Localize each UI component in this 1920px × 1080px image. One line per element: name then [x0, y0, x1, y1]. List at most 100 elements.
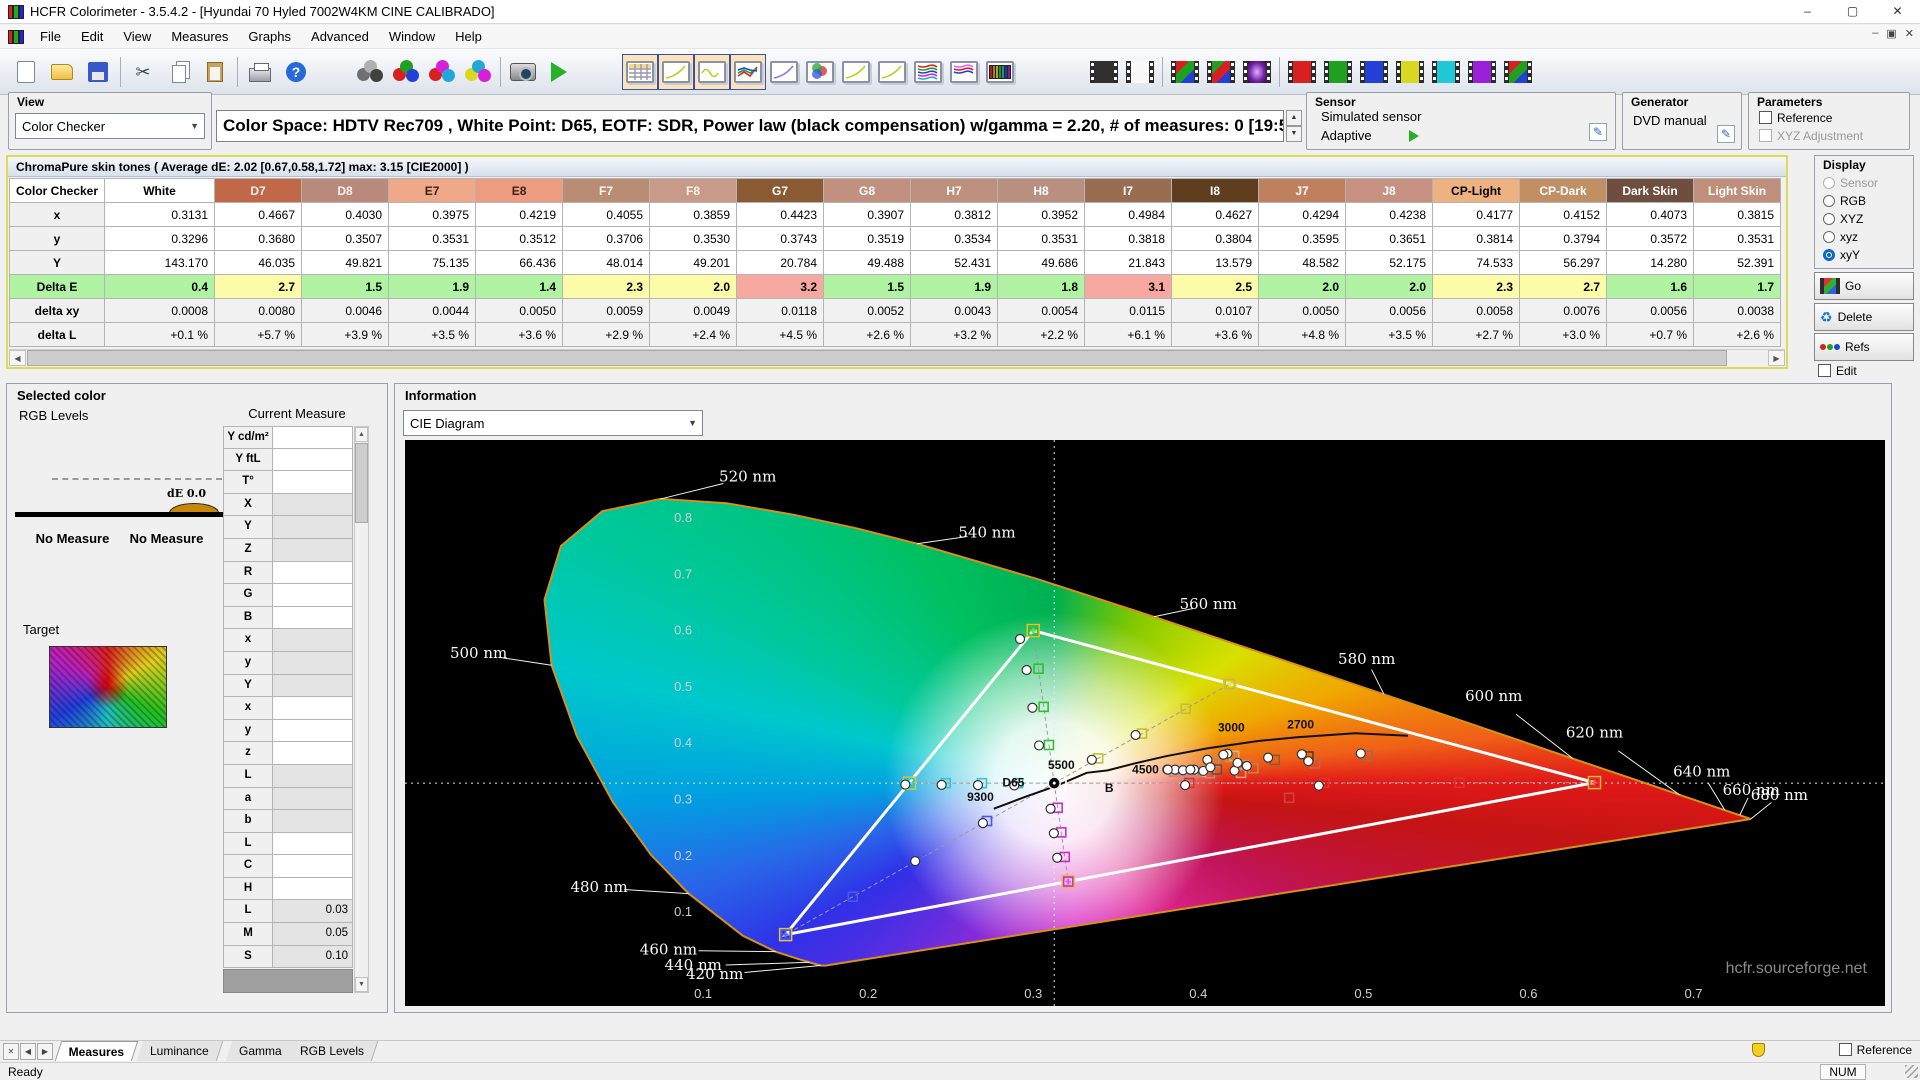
pattern-white-button[interactable]	[1122, 54, 1158, 90]
pattern-grayscale-button[interactable]	[1167, 54, 1203, 90]
col-header-d8[interactable]: D8	[302, 179, 389, 203]
measure-vertical-scrollbar[interactable]: ▲ ▼	[354, 426, 369, 993]
pattern-green-button[interactable]	[1320, 54, 1356, 90]
reference-checkbox[interactable]: Reference	[1759, 111, 1832, 125]
menu-help[interactable]: Help	[445, 26, 492, 47]
continuous-measures-button[interactable]	[460, 54, 496, 90]
scrollbar-thumb[interactable]	[27, 350, 1727, 366]
print-button[interactable]	[242, 54, 278, 90]
mdi-close-button[interactable]: ✕	[1905, 27, 1914, 40]
maximize-button[interactable]: ▢	[1830, 0, 1875, 23]
minimize-button[interactable]: –	[1785, 0, 1830, 23]
delete-button[interactable]: ♻ Delete	[1814, 303, 1914, 331]
view-type-dropdown[interactable]: Color Checker ▼	[15, 113, 205, 139]
scrollbar-thumb[interactable]	[355, 443, 368, 523]
open-file-button[interactable]	[44, 54, 80, 90]
col-header-light-skin[interactable]: Light Skin	[1694, 179, 1781, 203]
menu-window[interactable]: Window	[379, 26, 445, 47]
view-spectrum-button[interactable]	[982, 54, 1018, 90]
scroll-right-icon[interactable]: ▶	[1768, 350, 1785, 366]
view-neargray-button[interactable]	[766, 54, 802, 90]
scroll-up-icon[interactable]: ▲	[355, 427, 368, 442]
pattern-special-button[interactable]	[1239, 54, 1275, 90]
new-document-button[interactable]	[8, 54, 44, 90]
view-histogram-button[interactable]	[946, 54, 982, 90]
close-button[interactable]: ✕	[1875, 0, 1920, 23]
menu-view[interactable]: View	[113, 26, 161, 47]
pattern-black-button[interactable]	[1086, 54, 1122, 90]
col-header-i8[interactable]: I8	[1172, 179, 1259, 203]
display-option-xyy[interactable]: xyY	[1823, 248, 1860, 262]
col-header-cp-light[interactable]: CP-Light	[1433, 179, 1520, 203]
pattern-blue-button[interactable]	[1356, 54, 1392, 90]
view-rgb-levels-button[interactable]	[730, 54, 766, 90]
col-header-dark-skin[interactable]: Dark Skin	[1607, 179, 1694, 203]
display-option-xyz[interactable]: XYZ	[1823, 212, 1863, 226]
col-header-e7[interactable]: E7	[389, 179, 476, 203]
table-horizontal-scrollbar[interactable]: ◀ ▶	[9, 349, 1785, 366]
col-header-h8[interactable]: H8	[998, 179, 1085, 203]
tab-measures[interactable]: Measures	[55, 1041, 139, 1061]
generator-config-icon[interactable]: ✎	[1717, 125, 1735, 143]
col-header-e8[interactable]: E8	[476, 179, 563, 203]
mdi-restore-button[interactable]: ▣	[1886, 27, 1896, 40]
col-header-g7[interactable]: G7	[737, 179, 824, 203]
pattern-rgb-button[interactable]	[1500, 54, 1536, 90]
menu-advanced[interactable]: Advanced	[301, 26, 379, 47]
help-button[interactable]: ?	[278, 54, 314, 90]
capture-button[interactable]	[505, 54, 541, 90]
tab-nav-1[interactable]: ◀	[20, 1043, 36, 1060]
spinner-up-button[interactable]: ▲	[1286, 110, 1302, 126]
pattern-magenta-button[interactable]	[1464, 54, 1500, 90]
display-option-sensor[interactable]: Sensor	[1823, 176, 1878, 190]
col-header-j8[interactable]: J8	[1346, 179, 1433, 203]
run-measures-button[interactable]	[541, 54, 577, 90]
copy-button[interactable]	[161, 54, 197, 90]
col-header-h7[interactable]: H7	[911, 179, 998, 203]
tab-nav-0[interactable]: ✕	[3, 1043, 19, 1060]
sensor-settings-button[interactable]	[352, 54, 388, 90]
menu-graphs[interactable]: Graphs	[238, 26, 301, 47]
measure-secondaries-button[interactable]	[424, 54, 460, 90]
pattern-red-button[interactable]	[1284, 54, 1320, 90]
mdi-minimize-button[interactable]: –	[1872, 27, 1878, 40]
view-gamma-button[interactable]	[658, 54, 694, 90]
edit-checkbox[interactable]: Edit	[1818, 364, 1857, 378]
pattern-yellow-button[interactable]	[1392, 54, 1428, 90]
sensor-start-icon[interactable]	[1409, 130, 1419, 142]
col-header-g8[interactable]: G8	[824, 179, 911, 203]
sensor-config-icon[interactable]: ✎	[1589, 123, 1607, 141]
pattern-colors-button[interactable]	[1203, 54, 1239, 90]
display-option-rgb[interactable]: RGB	[1823, 194, 1866, 208]
scroll-down-icon[interactable]: ▼	[355, 977, 368, 992]
xyz-adjustment-checkbox[interactable]: XYZ Adjustment	[1759, 129, 1863, 143]
display-option-xyz[interactable]: xyz	[1823, 230, 1858, 244]
paste-button[interactable]	[197, 54, 233, 90]
menu-edit[interactable]: Edit	[71, 26, 113, 47]
diagram-type-dropdown[interactable]: CIE Diagram ▼	[403, 410, 703, 436]
scroll-left-icon[interactable]: ◀	[9, 350, 26, 366]
cut-button[interactable]: ✂	[125, 54, 161, 90]
tab-luminance[interactable]: Luminance	[137, 1041, 223, 1061]
col-header-white[interactable]: White	[105, 179, 215, 203]
view-gamma-2-button[interactable]	[874, 54, 910, 90]
menu-measures[interactable]: Measures	[161, 26, 238, 47]
save-file-button[interactable]	[80, 54, 116, 90]
measure-primaries-button[interactable]	[388, 54, 424, 90]
col-header-i7[interactable]: I7	[1085, 179, 1172, 203]
menu-file[interactable]: File	[30, 26, 71, 47]
spinner-down-button[interactable]: ▼	[1286, 126, 1302, 142]
view-cie-diagram-button[interactable]	[802, 54, 838, 90]
col-header-d7[interactable]: D7	[215, 179, 302, 203]
pattern-cyan-button[interactable]	[1428, 54, 1464, 90]
view-color-temp-button[interactable]	[910, 54, 946, 90]
col-header-f7[interactable]: F7	[563, 179, 650, 203]
resize-grip[interactable]	[1905, 1065, 1918, 1078]
col-header-cp-dark[interactable]: CP-Dark	[1520, 179, 1607, 203]
reference-view-checkbox[interactable]: Reference	[1839, 1043, 1912, 1057]
tab-rgb-levels[interactable]: RGB Levels	[287, 1041, 379, 1061]
tab-gamma[interactable]: Gamma	[226, 1041, 296, 1061]
tab-nav-2[interactable]: ▶	[37, 1043, 53, 1060]
view-measures-grid-button[interactable]	[622, 54, 658, 90]
col-header-f8[interactable]: F8	[650, 179, 737, 203]
